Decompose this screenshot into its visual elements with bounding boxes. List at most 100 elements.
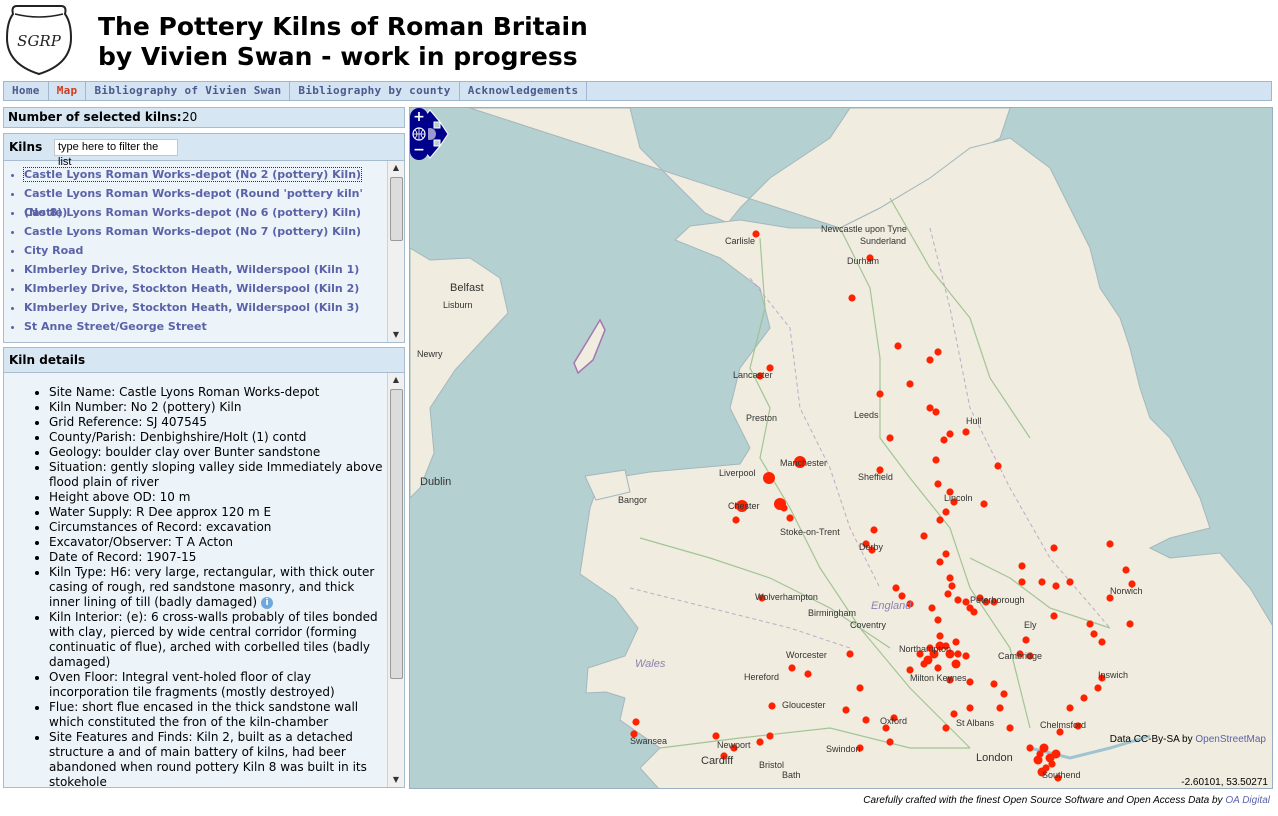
kiln-marker[interactable] — [1090, 630, 1098, 638]
kiln-marker[interactable] — [1122, 566, 1130, 574]
kiln-marker[interactable] — [846, 650, 854, 658]
kiln-marker[interactable] — [1000, 690, 1008, 698]
nav-bibliography-by-county[interactable]: Bibliography by county — [290, 82, 460, 100]
kiln-list-item[interactable]: City Road — [24, 241, 388, 260]
kiln-marker[interactable] — [934, 480, 942, 488]
kiln-marker[interactable] — [632, 718, 640, 726]
kiln-marker[interactable] — [894, 342, 902, 350]
kiln-marker[interactable] — [1018, 562, 1026, 570]
kiln-marker[interactable] — [966, 678, 974, 686]
kiln-marker[interactable] — [934, 616, 942, 624]
kiln-list-item[interactable]: KImberley Drive, Stockton Heath, Wilders… — [24, 298, 388, 317]
kiln-marker[interactable] — [1050, 544, 1058, 552]
kiln-marker[interactable] — [1094, 684, 1102, 692]
kiln-marker[interactable] — [1018, 578, 1026, 586]
scroll-up-arrow-icon[interactable]: ▲ — [388, 161, 404, 175]
nav-acknowledgements[interactable]: Acknowledgements — [460, 82, 588, 100]
kiln-list-item[interactable]: Castle Lyons Roman Works-depot (No 6 (po… — [24, 203, 388, 222]
scroll-down-arrow-icon[interactable]: ▼ — [388, 328, 404, 342]
details-scrollbar[interactable]: ▲ ▼ — [387, 373, 404, 787]
kiln-marker[interactable] — [1066, 704, 1074, 712]
kiln-marker[interactable] — [898, 592, 906, 600]
kiln-marker[interactable] — [848, 294, 856, 302]
kiln-marker[interactable] — [934, 664, 942, 672]
kiln-marker[interactable] — [942, 550, 950, 558]
kiln-marker[interactable] — [942, 508, 950, 516]
kiln-marker[interactable] — [951, 659, 961, 669]
kiln-marker[interactable] — [768, 702, 776, 710]
kiln-marker[interactable] — [950, 710, 958, 718]
kiln-marker[interactable] — [946, 430, 954, 438]
nav-map[interactable]: Map — [49, 82, 87, 100]
oa-digital-link[interactable]: OA Digital — [1225, 795, 1270, 806]
kiln-marker[interactable] — [996, 704, 1004, 712]
kiln-marker[interactable] — [1039, 743, 1049, 753]
kiln-list-item[interactable]: Castle Lyons Roman Works-depot (No 7 (po… — [24, 222, 388, 241]
scrollbar-thumb[interactable] — [390, 389, 403, 679]
kiln-marker[interactable] — [923, 655, 933, 665]
kiln-list-item[interactable]: KImberley Drive, Stockton Heath, Wilders… — [24, 260, 388, 279]
kiln-marker[interactable] — [712, 732, 720, 740]
kiln-marker[interactable] — [886, 738, 894, 746]
kiln-marker-selected[interactable] — [774, 498, 786, 510]
zoom-control[interactable]: + − — [410, 108, 428, 160]
nav-bibliography-vivien-swan[interactable]: Bibliography of Vivien Swan — [86, 82, 291, 100]
kiln-marker[interactable] — [804, 670, 812, 678]
scrollbar-thumb[interactable] — [390, 177, 403, 241]
kiln-marker[interactable] — [920, 532, 928, 540]
kiln-marker[interactable] — [928, 604, 936, 612]
kiln-marker[interactable] — [786, 514, 794, 522]
kiln-marker[interactable] — [906, 380, 914, 388]
kiln-marker[interactable] — [756, 738, 764, 746]
kiln-marker[interactable] — [936, 558, 944, 566]
kiln-marker[interactable] — [892, 584, 900, 592]
kiln-marker[interactable] — [948, 582, 956, 590]
kiln-marker[interactable] — [856, 684, 864, 692]
kiln-marker[interactable] — [970, 608, 978, 616]
kiln-marker[interactable] — [1051, 749, 1061, 759]
kiln-marker[interactable] — [952, 638, 960, 646]
kiln-marker[interactable] — [954, 596, 962, 604]
kiln-marker[interactable] — [732, 516, 740, 524]
kiln-marker[interactable] — [934, 348, 942, 356]
kiln-marker[interactable] — [1080, 694, 1088, 702]
kiln-marker[interactable] — [936, 632, 944, 640]
nav-home[interactable]: Home — [4, 82, 49, 100]
kiln-marker[interactable] — [1052, 582, 1060, 590]
scroll-up-arrow-icon[interactable]: ▲ — [388, 373, 404, 387]
kiln-marker[interactable] — [1033, 755, 1043, 765]
kiln-marker[interactable] — [962, 652, 970, 660]
kiln-marker[interactable] — [932, 456, 940, 464]
kiln-marker[interactable] — [944, 590, 952, 598]
kiln-list-item[interactable]: Castle Lyons Roman Works-depot (Round 'p… — [24, 184, 388, 219]
kiln-marker[interactable] — [1038, 578, 1046, 586]
kiln-marker[interactable] — [1050, 612, 1058, 620]
kiln-list-item[interactable]: St Anne Street/George Street — [24, 317, 388, 336]
kiln-marker[interactable] — [842, 706, 850, 714]
kiln-marker[interactable] — [876, 390, 884, 398]
kiln-marker[interactable] — [1026, 744, 1034, 752]
kiln-filter-input[interactable]: type here to filter the list — [54, 139, 178, 168]
kiln-marker[interactable] — [862, 716, 870, 724]
kiln-list-scrollbar[interactable]: ▲ ▼ — [387, 161, 404, 342]
scroll-down-arrow-icon[interactable]: ▼ — [388, 773, 404, 787]
kiln-map[interactable]: + − Carlisle Newcastle upon Tyne Sunderl… — [409, 107, 1273, 789]
kiln-marker[interactable] — [1126, 620, 1134, 628]
kiln-marker[interactable] — [936, 516, 944, 524]
openstreetmap-link[interactable]: OpenStreetMap — [1195, 734, 1266, 745]
kiln-marker[interactable] — [940, 436, 948, 444]
kiln-marker[interactable] — [1086, 620, 1094, 628]
kiln-marker[interactable] — [1098, 638, 1106, 646]
kiln-marker[interactable] — [942, 724, 950, 732]
kiln-marker[interactable] — [926, 404, 934, 412]
kiln-marker[interactable] — [962, 428, 970, 436]
kiln-marker[interactable] — [1066, 578, 1074, 586]
kiln-list-item[interactable]: Castle Lyons Roman Works-depot (No 2 (po… — [22, 165, 388, 184]
kiln-marker[interactable] — [1022, 636, 1030, 644]
kiln-marker[interactable] — [954, 650, 962, 658]
kiln-marker-selected[interactable] — [763, 472, 775, 484]
kiln-marker[interactable] — [1106, 540, 1114, 548]
kiln-marker[interactable] — [886, 434, 894, 442]
info-icon[interactable]: i — [261, 596, 274, 609]
kiln-marker[interactable] — [870, 526, 878, 534]
